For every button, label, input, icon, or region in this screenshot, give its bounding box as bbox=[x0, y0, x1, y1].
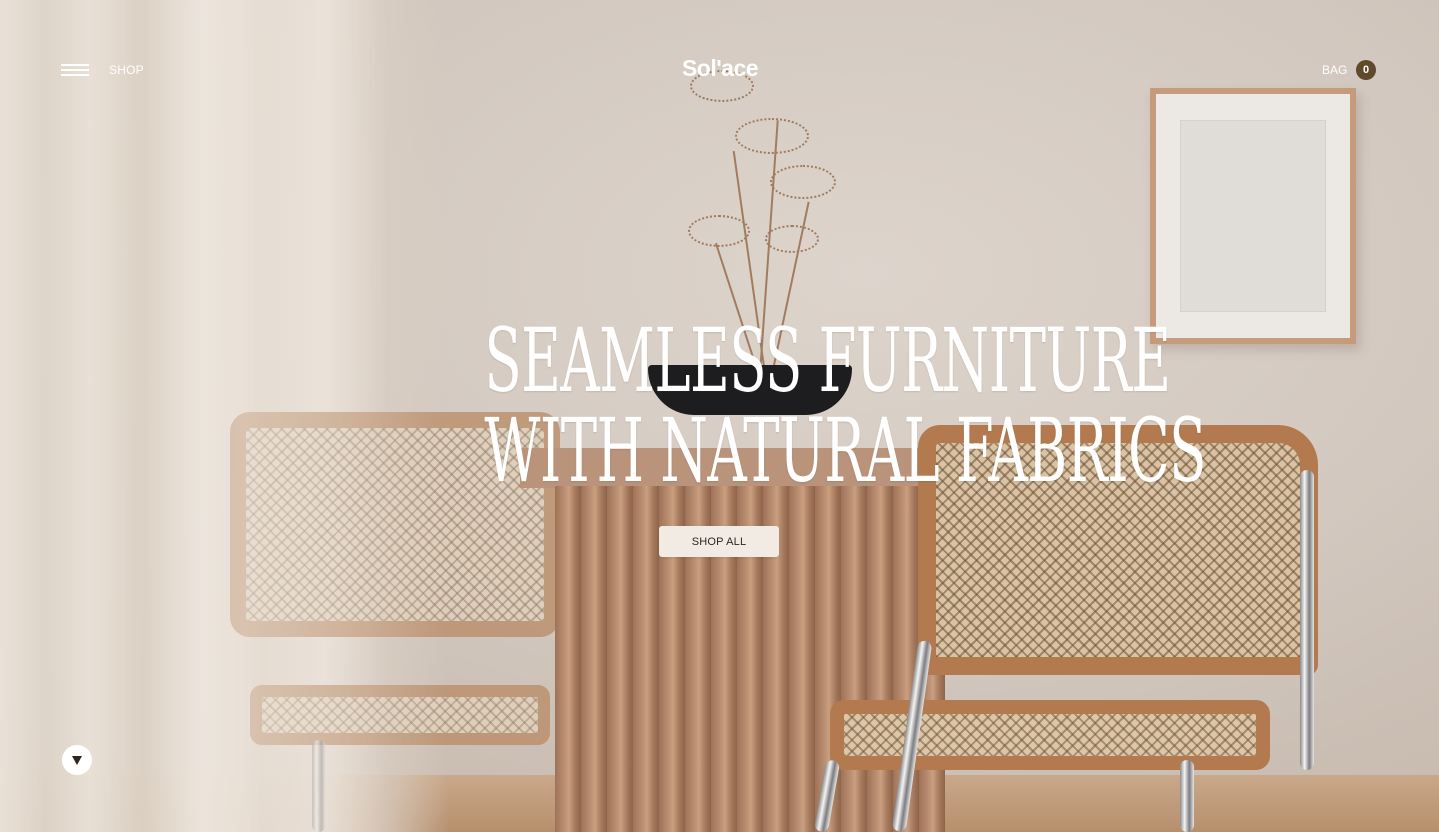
chair-chrome-leg bbox=[1180, 760, 1194, 832]
hero-headline-line-1: SEAMLESS FURNITURE bbox=[484, 309, 1171, 412]
brand-logo[interactable]: Sol'ace bbox=[640, 55, 800, 82]
shop-nav-link[interactable]: SHOP bbox=[109, 63, 144, 77]
hamburger-icon[interactable] bbox=[61, 64, 89, 77]
chair-chrome-leg bbox=[1300, 470, 1314, 770]
arrow-down-icon bbox=[72, 755, 82, 765]
bag-nav-link[interactable]: BAG bbox=[1322, 63, 1347, 77]
hero-section: SHOP Sol'ace BAG 0 SEAMLESS FURNITURE WI… bbox=[0, 0, 1439, 832]
hero-headline-line-2: WITH NATURAL FABRICS bbox=[484, 399, 1206, 502]
hero-headline: SEAMLESS FURNITURE WITH NATURAL FABRICS bbox=[484, 309, 1206, 502]
shop-all-button[interactable]: SHOP ALL bbox=[659, 526, 779, 557]
frame-matte bbox=[1180, 120, 1326, 312]
bag-count-badge[interactable]: 0 bbox=[1356, 60, 1376, 80]
right-chair-seat bbox=[830, 700, 1270, 770]
scroll-down-button[interactable] bbox=[62, 745, 92, 775]
top-navigation: SHOP Sol'ace BAG 0 bbox=[0, 0, 1439, 140]
